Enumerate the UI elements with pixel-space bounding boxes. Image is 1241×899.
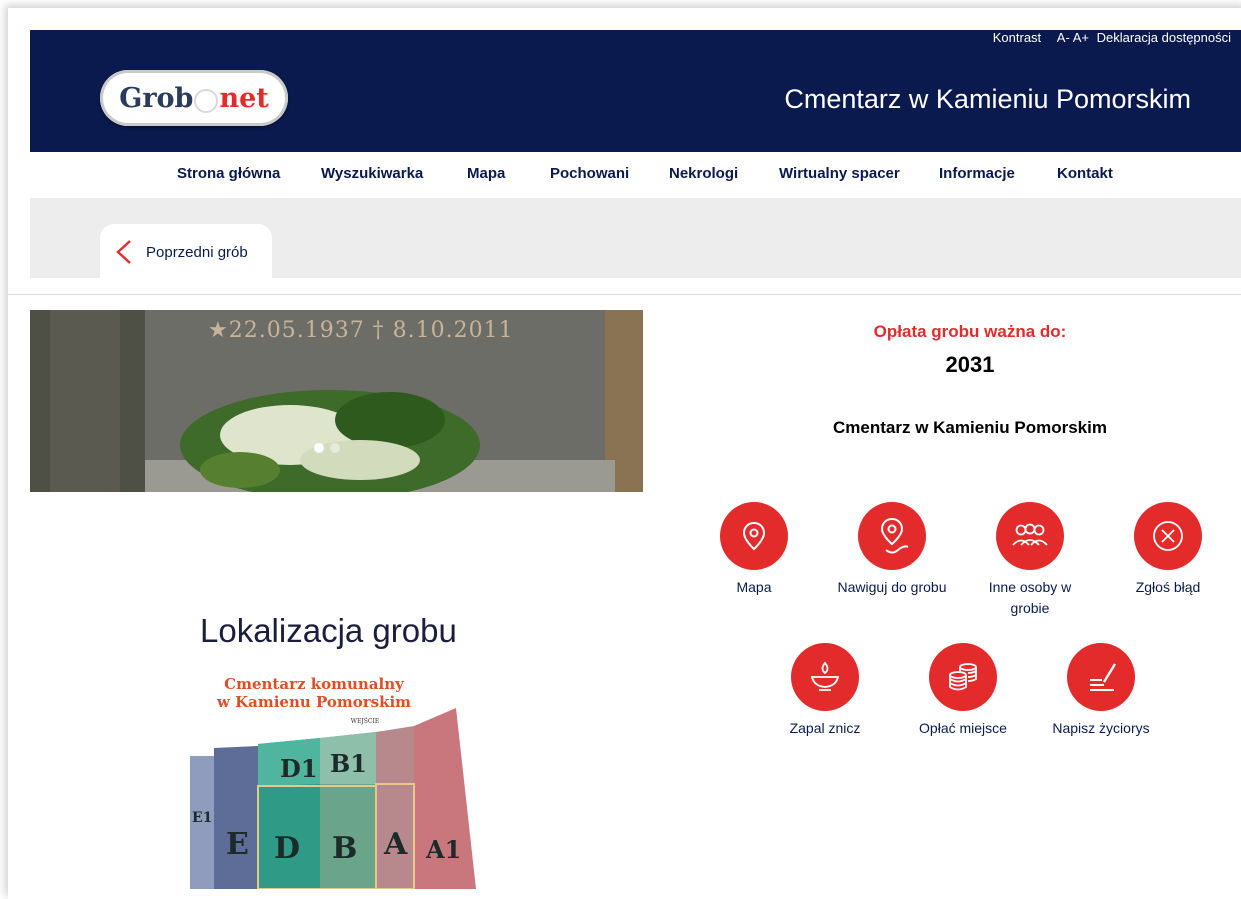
nav-search[interactable]: Wyszukiwarka — [321, 165, 423, 182]
cemetery-name: Cmentarz w Kamieniu Pomorskim — [833, 418, 1107, 437]
action-write-biography-button[interactable]: Napisz życiorys — [1036, 643, 1166, 739]
write-icon — [1067, 643, 1135, 711]
action-label: Nawiguj do grobu — [837, 579, 947, 595]
site-header: Kontrast A- A+ Deklaracja dostępności Gr… — [30, 30, 1241, 152]
action-pay-place-button[interactable]: Opłać miejsce — [898, 643, 1028, 739]
slide-dot[interactable] — [330, 443, 340, 453]
chevron-left-icon — [116, 240, 131, 264]
accessibility-links: Kontrast A- A+ Deklaracja dostępności — [981, 30, 1231, 45]
fee-valid-label: Opłata grobu ważna do: — [873, 322, 1067, 341]
nav-home[interactable]: Strona główna — [177, 165, 280, 182]
nav-obituaries[interactable]: Nekrologi — [669, 165, 738, 182]
logo-text-grob: Grob — [119, 82, 194, 114]
grave-dates: ★22.05.1937 † 8.10.2011 — [208, 318, 514, 343]
main-nav: Strona główna Wyszukiwarka Mapa Pochowan… — [30, 152, 1241, 198]
map-title-line2: w Kamienu Pomorskim — [216, 693, 411, 711]
map-pin-icon — [720, 502, 788, 570]
action-label: Mapa — [736, 579, 772, 595]
cemetery-map[interactable]: Cmentarz komunalny w Kamienu Pomorskim W… — [190, 672, 480, 889]
action-label: Napisz życiorys — [1052, 720, 1150, 736]
section-a1-label: A1 — [425, 835, 461, 864]
divider — [8, 294, 1241, 295]
map-entrance-label: WEJŚCIE — [351, 717, 379, 725]
fee-valid-year: 2031 — [945, 352, 995, 377]
action-navigate-button[interactable]: Nawiguj do grobu — [827, 502, 957, 598]
nav-contact[interactable]: Kontakt — [1057, 165, 1113, 182]
accessibility-declaration-link[interactable]: Deklaracja dostępności — [1097, 30, 1231, 45]
nav-information[interactable]: Informacje — [939, 165, 1015, 182]
coins-icon — [929, 643, 997, 711]
candle-icon — [791, 643, 859, 711]
section-b-label: B — [332, 831, 357, 866]
font-size-link[interactable]: A- A+ — [1057, 30, 1089, 45]
nav-virtual-walk[interactable]: Wirtualny spacer — [779, 165, 900, 182]
logo-o-icon — [194, 89, 219, 113]
contrast-link[interactable]: Kontrast — [993, 30, 1041, 45]
action-label: Zgłoś błąd — [1135, 579, 1201, 595]
cemetery-map-image: Cmentarz komunalny w Kamienu Pomorskim W… — [190, 675, 476, 889]
action-label: Inne osoby w grobie — [988, 579, 1072, 616]
grave-photo[interactable]: ★22.05.1937 † 8.10.2011 — [30, 310, 643, 492]
action-report-error-button[interactable]: Zgłoś błąd — [1103, 502, 1233, 598]
action-map-button[interactable]: Mapa — [689, 502, 819, 598]
section-d-label: D — [274, 831, 300, 866]
breadcrumb-bar: Poprzedni grób — [30, 198, 1241, 280]
action-light-candle-button[interactable]: Zapal znicz — [760, 643, 890, 739]
action-other-people-button[interactable]: Inne osoby w grobie — [965, 502, 1095, 619]
close-circle-icon — [1134, 502, 1202, 570]
logo-text-net: net — [219, 82, 269, 114]
section-b1-label: B1 — [330, 749, 367, 778]
site-title: Cmentarz w Kamieniu Pomorskim — [784, 84, 1191, 114]
location-title: Lokalizacja grobu — [200, 612, 457, 649]
slide-dot-active[interactable] — [314, 443, 324, 453]
section-d1-label: D1 — [280, 754, 318, 783]
section-e-label: E — [226, 827, 249, 862]
action-label: Opłać miejsce — [919, 720, 1007, 736]
map-title-line1: Cmentarz komunalny — [224, 675, 405, 693]
people-icon — [996, 502, 1064, 570]
grobonet-logo[interactable]: Grob net — [100, 70, 288, 126]
nav-map[interactable]: Mapa — [467, 165, 505, 182]
section-e1-label: E1 — [192, 810, 212, 826]
navigate-icon — [858, 502, 926, 570]
previous-grave-button[interactable]: Poprzedni grób — [100, 224, 272, 280]
previous-grave-label: Poprzedni grób — [146, 243, 248, 261]
action-label: Zapal znicz — [789, 720, 861, 736]
nav-buried[interactable]: Pochowani — [550, 165, 629, 182]
section-a-label: A — [383, 827, 408, 862]
